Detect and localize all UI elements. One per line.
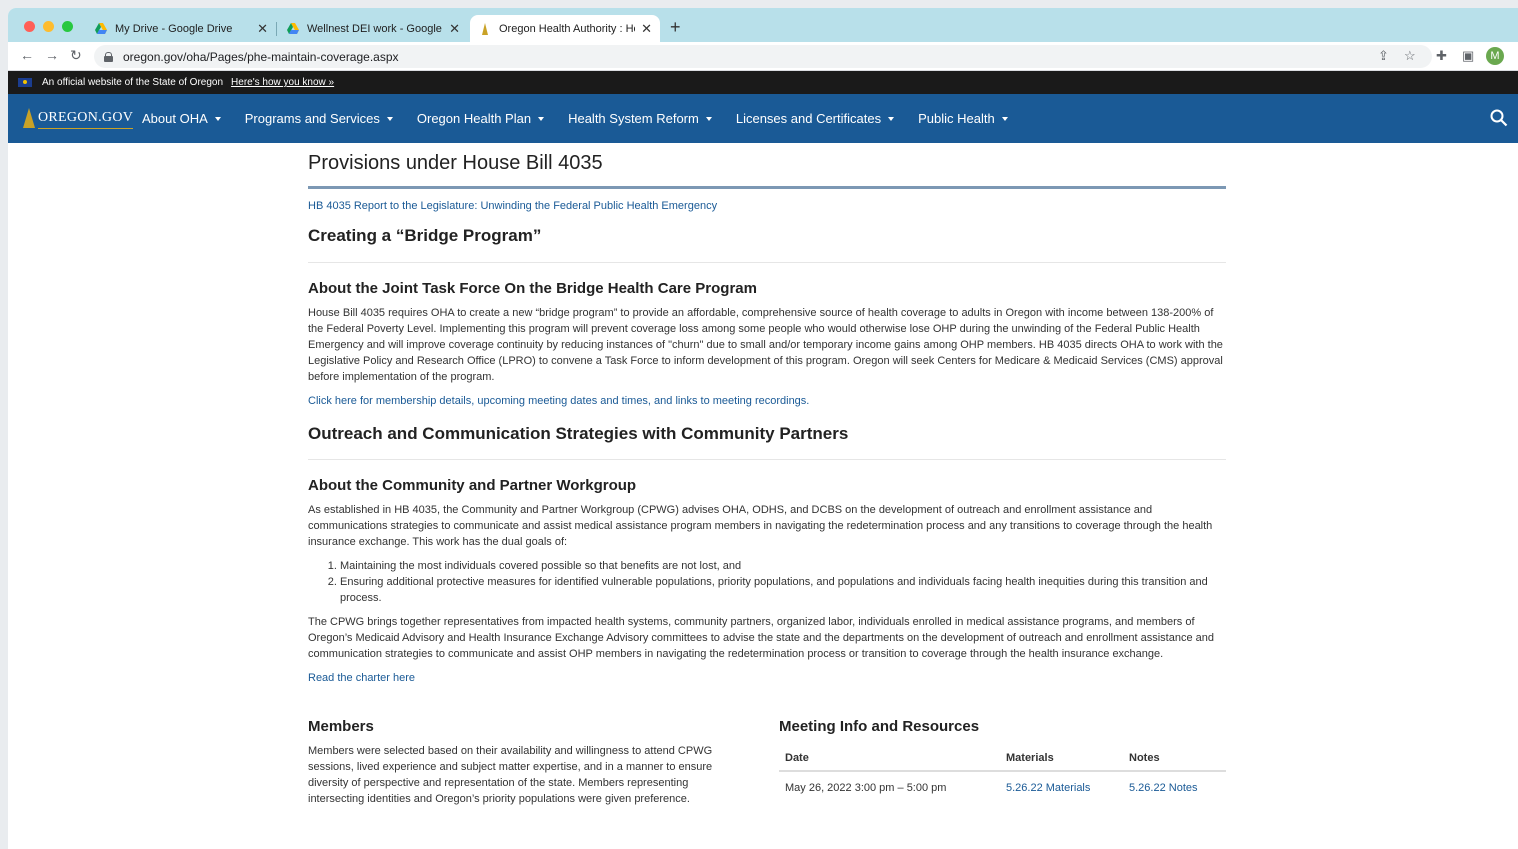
close-tab-icon[interactable]: ✕	[449, 21, 460, 37]
google-drive-icon	[286, 22, 300, 36]
list-item: Maintaining the most individuals covered…	[340, 558, 1226, 574]
table-row: May 26, 2022 3:00 pm – 5:00 pm 5.26.22 M…	[779, 771, 1226, 800]
goals-list: Maintaining the most individuals covered…	[308, 558, 1226, 606]
nav-item-about-oha[interactable]: About OHA	[142, 111, 221, 126]
section-divider	[308, 459, 1226, 460]
bookmark-star-icon[interactable]: ☆	[1404, 48, 1416, 64]
nav-label: About OHA	[142, 111, 208, 126]
us-flag-icon	[18, 78, 32, 87]
maximize-window-button[interactable]	[62, 21, 73, 32]
nav-item-health-system-reform[interactable]: Health System Reform	[568, 111, 712, 126]
caret-down-icon	[386, 116, 393, 121]
search-icon[interactable]	[1490, 109, 1508, 127]
page-title: Provisions under House Bill 4035	[308, 152, 603, 174]
minimize-window-button[interactable]	[43, 21, 54, 32]
meeting-date: May 26, 2022 3:00 pm – 5:00 pm	[785, 782, 947, 794]
nav-item-licenses-and-certificates[interactable]: Licenses and Certificates	[735, 111, 895, 126]
caret-down-icon	[888, 116, 895, 121]
table-header-row: Date Materials Notes	[779, 748, 1226, 772]
members-section: Members Members were selected based on t…	[308, 718, 738, 807]
tab-oregon-health-authority[interactable]: Oregon Health Authority : Help ✕	[470, 15, 660, 42]
lock-icon[interactable]	[104, 51, 113, 62]
notes-link[interactable]: 5.26.22 Notes	[1129, 782, 1198, 794]
nav-item-public-health[interactable]: Public Health	[918, 111, 1008, 126]
caret-down-icon	[1001, 116, 1008, 121]
profile-avatar[interactable]: M	[1486, 47, 1504, 65]
nav-label: Oregon Health Plan	[416, 111, 532, 126]
column-header-date: Date	[779, 748, 1000, 772]
caret-down-icon	[214, 116, 221, 121]
meetings-heading: Meeting Info and Resources	[779, 718, 980, 735]
bridge-program-heading: Creating a “Bridge Program”	[308, 226, 542, 245]
nav-label: Public Health	[918, 111, 995, 126]
column-header-notes: Notes	[1123, 748, 1226, 772]
close-tab-icon[interactable]: ✕	[257, 21, 268, 37]
oregon-favicon-icon	[478, 22, 492, 36]
close-tab-icon[interactable]: ✕	[641, 21, 652, 37]
task-force-paragraph: House Bill 4035 requires OHA to create a…	[308, 307, 1223, 383]
tree-logo-icon	[22, 106, 36, 132]
nav-label: Licenses and Certificates	[735, 111, 882, 126]
forward-arrow-icon[interactable]: →	[45, 47, 59, 63]
hb-4035-report-link[interactable]: HB 4035 Report to the Legislature: Unwin…	[308, 200, 1226, 212]
title-divider	[308, 186, 1226, 189]
google-drive-icon	[94, 22, 108, 36]
membership-details-link[interactable]: Click here for membership details, upcom…	[308, 395, 809, 407]
url-text[interactable]: oregon.gov/oha/Pages/phe-maintain-covera…	[123, 50, 399, 64]
reload-icon[interactable]: ↻	[70, 47, 82, 64]
members-paragraph: Members were selected based on their ava…	[308, 745, 713, 805]
window-controls	[24, 21, 73, 32]
new-tab-button[interactable]: +	[670, 17, 681, 38]
browser-window: My Drive - Google Drive ✕ Wellnest DEI w…	[8, 8, 1518, 849]
tab-title: Wellnest DEI work - Google Dr	[307, 22, 444, 35]
tab-divider	[276, 22, 277, 36]
caret-down-icon	[538, 116, 545, 121]
extensions-puzzle-icon[interactable]: ✚	[1436, 48, 1447, 64]
task-force-heading: About the Joint Task Force On the Bridge…	[308, 280, 757, 297]
heres-how-you-know-link[interactable]: Here's how you know »	[231, 77, 334, 88]
nav-item-programs-and-services[interactable]: Programs and Services	[245, 111, 393, 126]
list-item: Ensuring additional protective measures …	[340, 574, 1226, 606]
workgroup-heading: About the Community and Partner Workgrou…	[308, 477, 637, 494]
nav-item-oregon-health-plan[interactable]: Oregon Health Plan	[416, 111, 545, 126]
meetings-section: Meeting Info and Resources Date Material…	[779, 718, 1226, 800]
nav-menu: About OHA Programs and Services Oregon H…	[142, 94, 1032, 143]
section-divider	[308, 262, 1226, 263]
tab-title: My Drive - Google Drive	[115, 22, 233, 35]
back-arrow-icon[interactable]: ←	[20, 47, 34, 63]
cpwg-paragraph: The CPWG brings together representatives…	[308, 616, 1214, 660]
outreach-heading: Outreach and Communication Strategies wi…	[308, 424, 849, 443]
oregon-gov-logo[interactable]: OREGON.GOV	[22, 105, 134, 133]
browser-toolbar: ← → ↻ oregon.gov/oha/Pages/phe-maintain-…	[8, 42, 1518, 71]
meetings-table: Date Materials Notes May 26, 2022 3:00 p…	[779, 748, 1226, 800]
nav-label: Health System Reform	[568, 111, 699, 126]
close-window-button[interactable]	[24, 21, 35, 32]
workgroup-paragraph: As established in HB 4035, the Community…	[308, 504, 1213, 548]
tab-my-drive[interactable]: My Drive - Google Drive ✕	[86, 15, 276, 42]
site-navigation: OREGON.GOV About OHA Programs and Servic…	[8, 94, 1518, 143]
main-content: Provisions under House Bill 4035 HB 4035…	[308, 143, 1226, 805]
official-banner-text: An official website of the State of Oreg…	[42, 77, 224, 88]
nav-label: Programs and Services	[244, 111, 380, 126]
materials-link[interactable]: 5.26.22 Materials	[1006, 782, 1090, 794]
members-heading: Members	[308, 718, 374, 735]
tab-strip: My Drive - Google Drive ✕ Wellnest DEI w…	[8, 8, 1518, 42]
tab-title: Oregon Health Authority : Help	[499, 22, 636, 35]
read-charter-link[interactable]: Read the charter here	[308, 672, 415, 684]
column-header-materials: Materials	[1000, 748, 1123, 772]
caret-down-icon	[705, 116, 712, 121]
side-panel-icon[interactable]: ▣	[1462, 48, 1474, 64]
logo-text: OREGON.GOV	[38, 110, 134, 129]
tab-wellnest[interactable]: Wellnest DEI work - Google Dr ✕	[278, 15, 468, 42]
address-bar[interactable]: oregon.gov/oha/Pages/phe-maintain-covera…	[94, 45, 1432, 68]
official-website-banner: An official website of the State of Oreg…	[8, 71, 1518, 94]
share-icon[interactable]: ⇪	[1378, 48, 1389, 64]
